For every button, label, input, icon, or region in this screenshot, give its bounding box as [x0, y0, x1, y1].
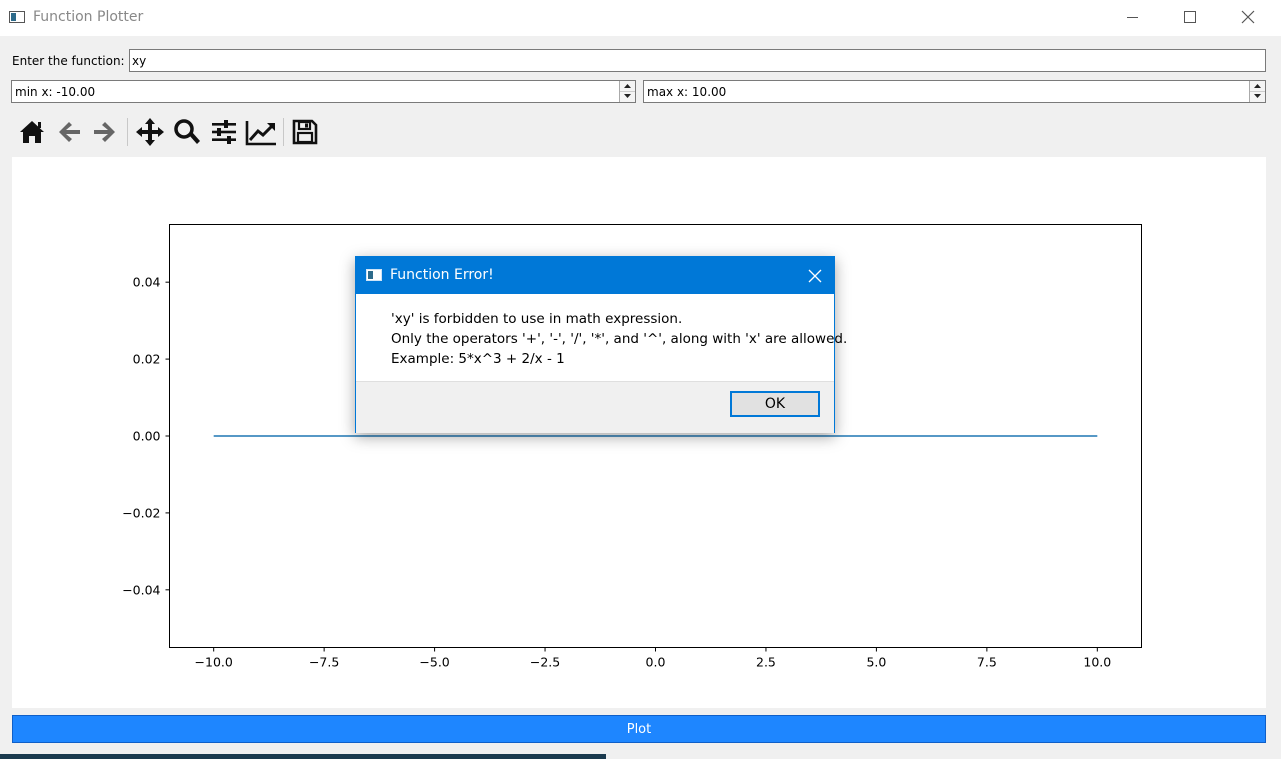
pan-button[interactable]	[132, 114, 168, 150]
min-x-spinbox[interactable]: min x: -10.00	[11, 80, 636, 103]
minimize-icon	[1127, 17, 1138, 18]
forward-arrow-icon	[94, 122, 115, 142]
y-tick-label: 0.02	[133, 352, 161, 367]
back-arrow-icon	[59, 122, 80, 142]
dialog-close-button[interactable]	[800, 261, 830, 291]
dialog-message-line: Only the operators '+', '-', '/', '*', a…	[391, 331, 848, 347]
function-label: Enter the function:	[12, 54, 125, 68]
maximize-icon	[1184, 11, 1196, 23]
y-tick-label: 0.04	[133, 275, 161, 290]
y-tick-label: −0.04	[122, 582, 160, 597]
title-bar: Function Plotter	[0, 0, 1281, 36]
chevron-down-icon	[1254, 94, 1261, 98]
y-tick-label: −0.02	[122, 505, 160, 520]
function-input[interactable]	[129, 49, 1266, 72]
background-window-strip	[0, 754, 606, 759]
max-x-spinbox[interactable]: max x: 10.00	[643, 80, 1266, 103]
plot-button[interactable]: Plot	[12, 715, 1266, 743]
minimize-button[interactable]	[1104, 0, 1162, 34]
dialog-app-icon	[366, 269, 382, 281]
forward-button[interactable]	[87, 114, 123, 150]
subplot-config-icon	[212, 120, 236, 144]
edit-axis-button[interactable]	[243, 114, 279, 150]
chevron-up-icon	[1254, 84, 1261, 88]
back-button[interactable]	[51, 114, 87, 150]
zoom-icon	[174, 119, 200, 144]
toolbar-separator	[127, 118, 128, 146]
x-tick-label: 10.0	[1083, 655, 1111, 670]
x-tick-label: 5.0	[866, 655, 886, 670]
save-figure-button[interactable]	[287, 114, 323, 150]
configure-subplots-button[interactable]	[206, 114, 242, 150]
maximize-button[interactable]	[1161, 0, 1219, 34]
home-icon	[20, 121, 44, 143]
x-tick-label: 7.5	[977, 655, 997, 670]
window-title: Function Plotter	[33, 9, 144, 25]
dialog-message-line: Example: 5*x^3 + 2/x - 1	[391, 351, 565, 367]
x-tick-label: 2.5	[756, 655, 776, 670]
chevron-down-icon	[624, 94, 631, 98]
max-x-spin-buttons	[1249, 81, 1265, 102]
max-x-value: max x: 10.00	[647, 85, 727, 99]
zoom-button[interactable]	[169, 114, 205, 150]
home-button[interactable]	[14, 114, 50, 150]
y-tick-label: 0.00	[133, 429, 161, 444]
min-x-value: min x: -10.00	[15, 85, 96, 99]
dialog-title: Function Error!	[390, 267, 494, 283]
chevron-up-icon	[624, 84, 631, 88]
save-icon	[292, 119, 318, 145]
dialog-title-bar: Function Error!	[356, 257, 834, 294]
dialog-message: 'xy' is forbidden to use in math express…	[391, 309, 847, 369]
app-icon	[9, 11, 25, 23]
x-tick-label: 0.0	[646, 655, 666, 670]
max-x-decrement-button[interactable]	[1250, 91, 1265, 101]
x-tick-label: −7.5	[309, 655, 339, 670]
toolbar-separator	[283, 118, 284, 146]
min-x-decrement-button[interactable]	[620, 91, 635, 101]
edit-axis-icon	[245, 121, 276, 146]
pan-icon	[136, 118, 164, 146]
x-tick-label: −10.0	[195, 655, 233, 670]
close-icon	[1241, 10, 1255, 24]
ok-button[interactable]: OK	[730, 391, 820, 417]
close-button[interactable]	[1219, 0, 1277, 34]
x-tick-label: −2.5	[530, 655, 560, 670]
close-icon	[808, 269, 822, 283]
x-tick-label: −5.0	[419, 655, 449, 670]
dialog-button-bar: OK	[356, 381, 834, 433]
min-x-spin-buttons	[619, 81, 635, 102]
dialog-message-line: 'xy' is forbidden to use in math express…	[391, 311, 683, 327]
error-dialog: Function Error! 'xy' is forbidden to use…	[355, 256, 847, 433]
